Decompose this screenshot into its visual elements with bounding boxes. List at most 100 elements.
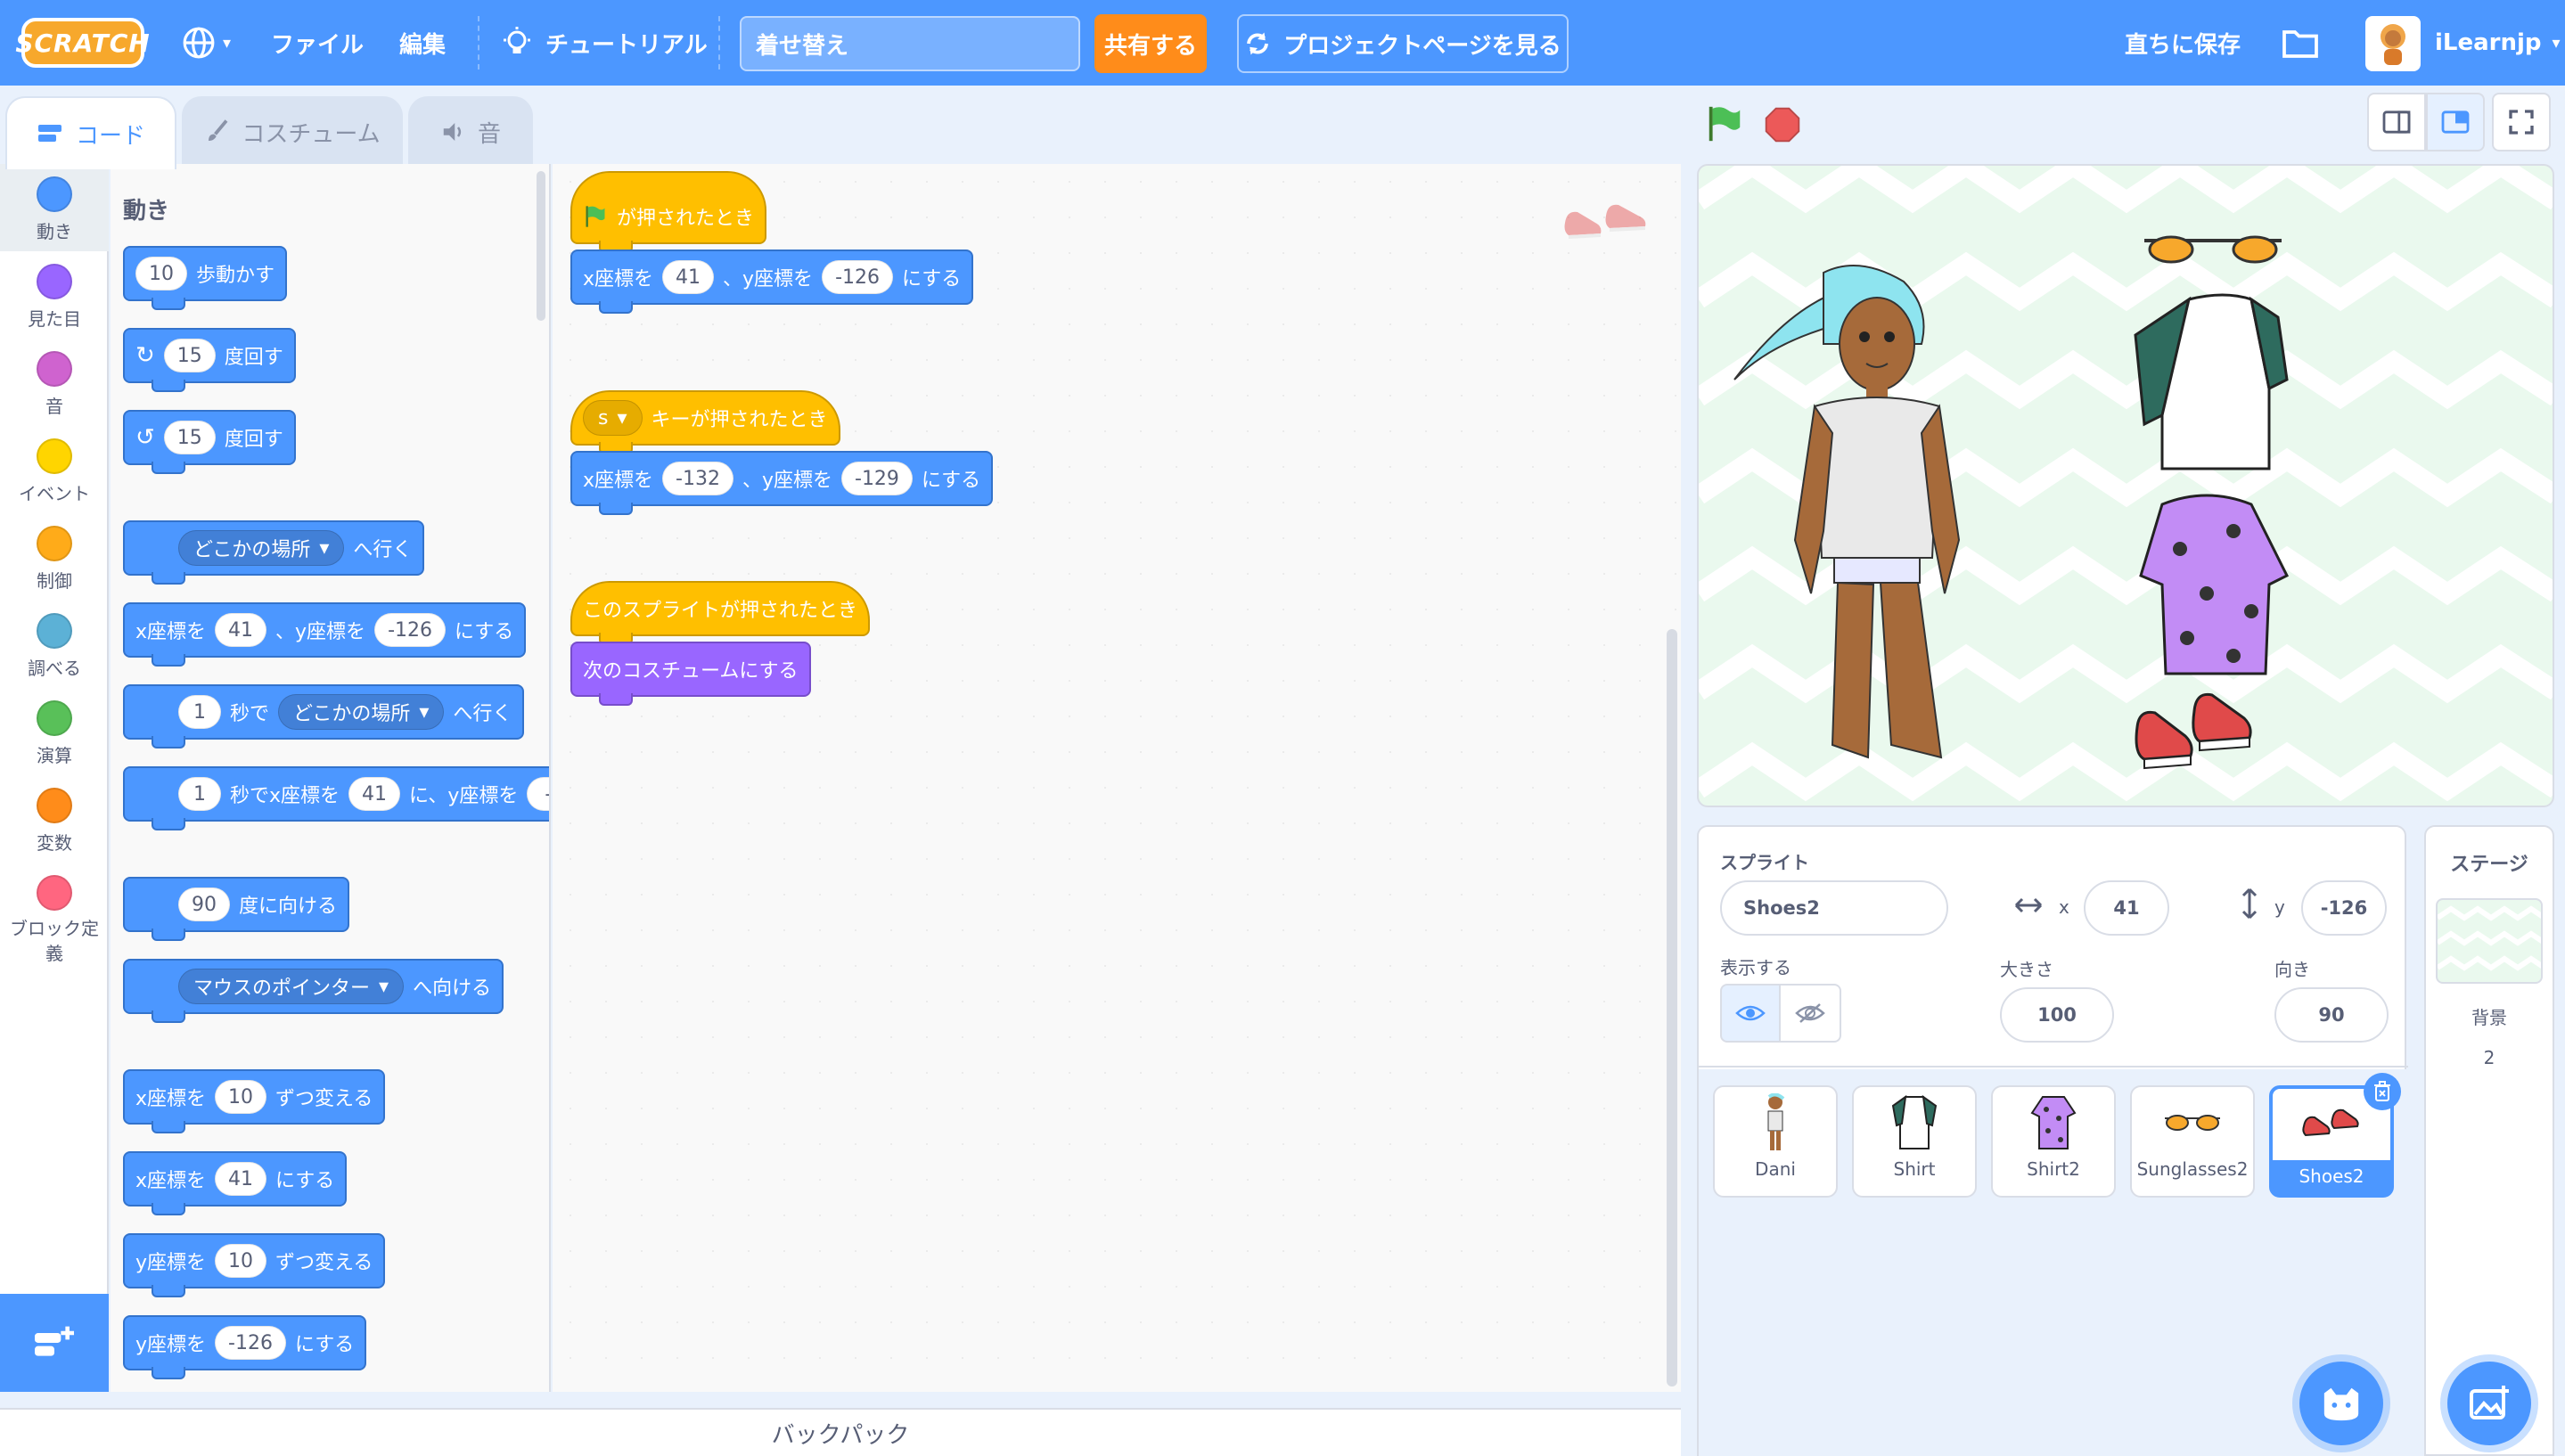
add-extension-button[interactable] (0, 1294, 109, 1392)
language-menu[interactable]: ▾ (182, 0, 231, 86)
tutorials-button[interactable]: チュートリアル (501, 0, 708, 86)
go-to-xy-block[interactable]: x座標を -132 、y座標を -129 にする (570, 451, 994, 515)
choose-sprite-button[interactable] (2299, 1362, 2383, 1445)
size-input[interactable]: 100 (2000, 987, 2114, 1043)
set-y-input[interactable]: -126 (215, 1326, 286, 1360)
file-menu[interactable]: ファイル (271, 0, 364, 86)
stop-button[interactable] (1763, 105, 1802, 148)
when-flag-clicked-hat[interactable]: が押されたとき (570, 171, 767, 253)
normal-stage-button[interactable] (2426, 93, 2485, 151)
script-area[interactable]: が押されたとき x座標を 41 、y座標を -126 にする s ▾ キーが押されたとき … (553, 164, 1815, 1424)
choose-backdrop-button[interactable] (2447, 1362, 2531, 1445)
go-to-block[interactable]: どこかの場所 ▾ へ行く (123, 520, 425, 585)
category-variables[interactable]: 変数 (0, 775, 109, 863)
category-control[interactable]: 制御 (0, 513, 109, 601)
category-sound[interactable]: 音 (0, 339, 109, 426)
x-input[interactable]: 41 (348, 777, 401, 811)
change-x-block[interactable]: x座標を 10 ずつ変える (123, 1069, 386, 1133)
save-now-button[interactable]: 直ちに保存 (2125, 0, 2241, 86)
script-scrollbar[interactable] (1667, 629, 1677, 1386)
stage-canvas[interactable] (1697, 164, 2554, 807)
sprite-thumb-shirt2[interactable]: Shirt2 (1991, 1085, 2116, 1198)
palette-scrollbar[interactable] (537, 171, 545, 321)
direction-input[interactable]: 90 (2274, 987, 2389, 1043)
y-input[interactable]: -126 (822, 260, 893, 294)
point-towards-dropdown[interactable]: マウスのポインター ▾ (178, 969, 405, 1004)
x-position-input[interactable]: 41 (2084, 880, 2169, 936)
y-input[interactable]: -129 (841, 462, 913, 495)
block-text: にする (455, 621, 514, 643)
direction-input[interactable]: 90 (178, 888, 230, 921)
turn-right-block[interactable]: ↻ 15 度回す (123, 328, 296, 392)
scratch-logo[interactable]: SCRATCH (15, 18, 150, 68)
key-dropdown[interactable]: s ▾ (583, 400, 643, 436)
change-y-input[interactable]: 10 (215, 1244, 267, 1278)
category-looks[interactable]: 見た目 (0, 251, 109, 339)
rotate-left-icon: ↺ (135, 424, 155, 451)
edit-menu[interactable]: 編集 (399, 0, 446, 86)
my-stuff-button[interactable] (2282, 0, 2319, 86)
small-stage-icon (2382, 110, 2411, 134)
set-x-block[interactable]: x座標を 41 にする (123, 1151, 348, 1215)
fullscreen-button[interactable] (2492, 93, 2551, 151)
set-x-input[interactable]: 41 (215, 1162, 267, 1196)
sprite-thumb-dani[interactable]: Dani (1713, 1085, 1838, 1198)
backpack[interactable]: バックパック (0, 1408, 1681, 1456)
seconds-input[interactable]: 1 (178, 777, 221, 811)
block-text: このスプライトが押されたとき (583, 600, 858, 622)
sprite-name-input[interactable]: Shoes2 (1720, 880, 1948, 936)
change-x-input[interactable]: 10 (215, 1080, 267, 1114)
glide-xy-block[interactable]: 1 秒でx座標を 41 に、y座標を- (123, 766, 549, 830)
my-blocks-dot-icon (37, 875, 72, 911)
category-operators[interactable]: 演算 (0, 688, 109, 775)
show-sprite-button[interactable] (1720, 984, 1781, 1043)
sensing-dot-icon (37, 613, 72, 649)
y-input[interactable]: -126 (374, 613, 446, 647)
glide-dropdown[interactable]: どこかの場所 ▾ (278, 694, 445, 730)
go-to-xy-block[interactable]: x座標を 41 、y座標を -126 にする (123, 602, 527, 667)
small-stage-button[interactable] (2367, 93, 2426, 151)
delete-sprite-button[interactable] (2364, 1073, 2401, 1110)
when-sprite-clicked-hat[interactable]: このスプライトが押されたとき (570, 581, 871, 645)
x-input[interactable]: -132 (662, 462, 733, 495)
sprite-thumb-shirt[interactable]: Shirt (1852, 1085, 1977, 1198)
point-towards-block[interactable]: マウスのポインター ▾ へ向ける (123, 959, 504, 1023)
account-menu[interactable]: iLearnjp ▾ (2435, 0, 2561, 86)
move-steps-block[interactable]: 10 歩動かす (123, 246, 288, 310)
steps-input[interactable]: 10 (135, 257, 187, 290)
share-button[interactable]: 共有する (1094, 14, 1207, 73)
degrees-input[interactable]: 15 (163, 421, 216, 454)
project-title-input[interactable]: 着せ替え (740, 16, 1080, 71)
next-costume-block[interactable]: 次のコスチュームにする (570, 642, 811, 706)
user-avatar[interactable] (2365, 16, 2421, 71)
y-position-input[interactable]: -126 (2301, 880, 2387, 936)
go-to-xy-block[interactable]: x座標を 41 、y座標を -126 にする (570, 249, 974, 314)
turn-left-block[interactable]: ↺ 15 度回す (123, 410, 296, 474)
glide-to-block[interactable]: 1 秒で どこかの場所 ▾ へ行く (123, 684, 525, 748)
y-label: y (2274, 896, 2285, 918)
y-input[interactable]: - (527, 777, 549, 811)
x-input[interactable]: 41 (662, 260, 715, 294)
sprite-thumb-sunglasses2[interactable]: Sunglasses2 (2130, 1085, 2255, 1198)
tab-sounds[interactable]: 音 (408, 96, 533, 166)
x-input[interactable]: 41 (215, 613, 267, 647)
category-sensing[interactable]: 調べる (0, 601, 109, 688)
category-motion[interactable]: 動き (0, 164, 109, 251)
see-project-page-button[interactable]: プロジェクトページを見る (1237, 14, 1569, 73)
backdrop-thumbnail[interactable] (2436, 898, 2543, 984)
go-to-dropdown[interactable]: どこかの場所 ▾ (178, 530, 345, 566)
category-my-blocks[interactable]: ブロック定義 (0, 863, 109, 969)
set-y-block[interactable]: y座標を -126 にする (123, 1315, 367, 1379)
point-in-direction-block[interactable]: 90 度に向ける (123, 877, 350, 941)
hide-sprite-button[interactable] (1781, 984, 1841, 1043)
green-flag-button[interactable] (1704, 103, 1745, 148)
degrees-input[interactable]: 15 (163, 339, 216, 372)
sunglasses-sprite (2144, 235, 2282, 264)
when-key-pressed-hat[interactable]: s ▾ キーが押されたとき (570, 390, 840, 454)
seconds-input[interactable]: 1 (178, 695, 221, 729)
stage-selector[interactable]: ステージ 背景 2 (2424, 825, 2554, 1456)
category-events[interactable]: イベント (0, 426, 109, 513)
change-y-block[interactable]: y座標を 10 ずつ変える (123, 1233, 386, 1297)
tab-code[interactable]: コード (5, 96, 176, 169)
tab-costumes[interactable]: コスチューム (182, 96, 403, 166)
